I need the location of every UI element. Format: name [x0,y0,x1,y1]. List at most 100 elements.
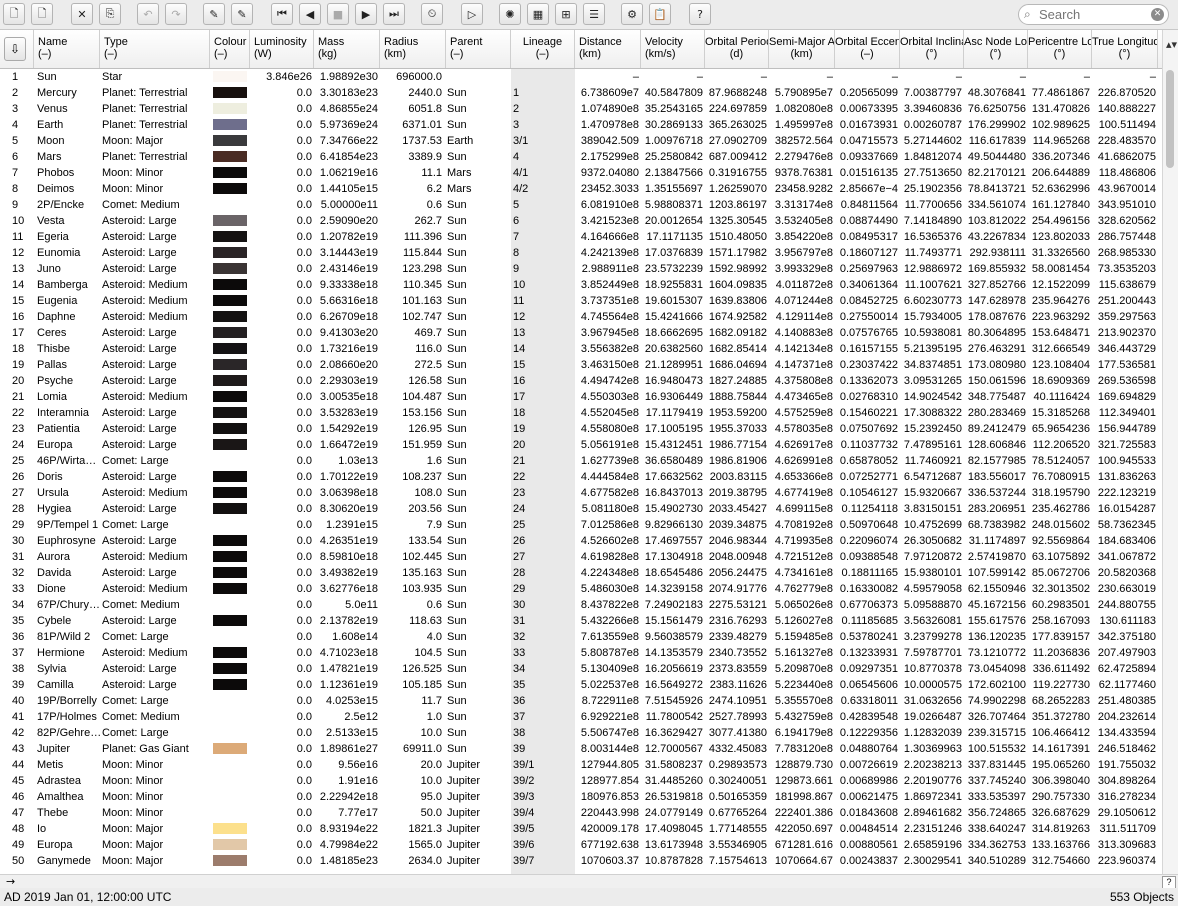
new-document-alt-icon: 🗋 [37,6,47,20]
new-document-alt-button[interactable]: 🗋 [31,3,53,25]
column-header[interactable]: Mass (kg) [314,30,380,68]
list-view-button[interactable]: ☰ [583,3,605,25]
stop-button[interactable]: ■ [327,3,349,25]
column-header[interactable]: Colour (–) [210,30,250,68]
table-row[interactable]: 26 Doris Asteroid: Large 0.0 1.70122e19 108.2… [0,469,1162,485]
table-row[interactable]: 36 81P/Wild 2 Comet: Large 0.0 1.608e14 4.0 Su… [0,629,1162,645]
step-back-button[interactable]: ◀ [299,3,321,25]
search-box[interactable]: ⌕ ✕ [1018,4,1169,25]
settings-tool-button[interactable]: ⚙ [621,3,643,25]
column-header[interactable]: Asc Node Longitude(°) [964,30,1028,68]
table-row[interactable]: 5 Moon Moon: Major 0.0 7.34766e22 1737.53 Eart… [0,133,1162,149]
pin-remove-button[interactable]: ✎ [231,3,253,25]
table-view-button[interactable]: ▦ [527,3,549,25]
column-header[interactable]: Parent (–) [446,30,511,68]
table-row[interactable]: 31 Aurora Asteroid: Medium 0.0 8.59810e18 102… [0,549,1162,565]
clear-search-icon[interactable]: ✕ [1151,8,1164,21]
table-row[interactable]: 10 Vesta Asteroid: Large 0.0 2.59090e20 262.7… [0,213,1162,229]
table-row[interactable]: 16 Daphne Asteroid: Medium 0.0 6.26709e18 102… [0,309,1162,325]
table-row[interactable]: 17 Ceres Asteroid: Large 0.0 9.41303e20 469.7… [0,325,1162,341]
table-row[interactable]: 22 Interamnia Asteroid: Large 0.0 3.53283e19… [0,405,1162,421]
table-row[interactable]: 6 Mars Planet: Terrestrial 0.0 6.41854e23 338… [0,149,1162,165]
table-row[interactable]: 49 Europa Moon: Major 0.0 4.79984e22 1565.0 Ju… [0,837,1162,853]
table-row[interactable]: 29 9P/Tempel 1 Comet: Large 0.0 1.2391e15 7.9… [0,517,1162,533]
table-row[interactable]: 12 Eunomia Asteroid: Large 0.0 3.14443e19 115… [0,245,1162,261]
table-row[interactable]: 38 Sylvia Asteroid: Large 0.0 1.47821e19 126.… [0,661,1162,677]
frame-forward-button[interactable]: ▷ [461,3,483,25]
table-row[interactable]: 25 46P/Wirta… Comet: Large 0.0 1.03e13 1.6 Sun… [0,453,1162,469]
table-row[interactable]: 13 Juno Asteroid: Large 0.0 2.43146e19 123.29… [0,261,1162,277]
vertical-scroll-thumb[interactable] [1166,70,1174,168]
column-header[interactable]: Type (–) [100,30,210,68]
table-row[interactable]: 27 Ursula Asteroid: Medium 0.0 3.06398e18 108… [0,485,1162,501]
skip-forward-button[interactable]: ⏭ [383,3,405,25]
table-row[interactable]: 43 Jupiter Planet: Gas Giant 0.0 1.89861e27 6… [0,741,1162,757]
table-row[interactable]: 4 Earth Planet: Terrestrial 0.0 5.97369e24 63… [0,117,1162,133]
new-document-button[interactable]: 🗋 [3,3,25,25]
search-input[interactable] [1039,7,1145,22]
table-row[interactable]: 7 Phobos Moon: Minor 0.0 1.06219e16 11.1 Mars 4… [0,165,1162,181]
pin-button[interactable]: ✎ [203,3,225,25]
table-row[interactable]: 23 Patientia Asteroid: Large 0.0 1.54292e19 1… [0,421,1162,437]
table-row[interactable]: 30 Euphrosyne Asteroid: Large 0.0 4.26351e19… [0,533,1162,549]
table-row[interactable]: 20 Psyche Asteroid: Large 0.0 2.29303e19 126.… [0,373,1162,389]
help-button[interactable]: ? [689,3,711,25]
table-row[interactable]: 45 Adrastea Moon: Minor 0.0 1.91e16 10.0 Jupit… [0,773,1162,789]
table-row[interactable]: 9 2P/Encke Comet: Medium 0.0 5.00000e11 0.6 Su… [0,197,1162,213]
table-row[interactable]: 2 Mercury Planet: Terrestrial 0.0 3.30183e23… [0,85,1162,101]
table-row[interactable]: 21 Lomia Asteroid: Medium 0.0 3.00535e18 104.… [0,389,1162,405]
clipboard-button[interactable]: 📋 [649,3,671,25]
table-row[interactable]: 15 Eugenia Asteroid: Medium 0.0 5.66316e18 10… [0,293,1162,309]
column-header[interactable]: Orbital Eccentricity(–) [835,30,900,68]
column-header[interactable]: Radius (km) [380,30,446,68]
table-row[interactable]: 3 Venus Planet: Terrestrial 0.0 4.86855e24 60… [0,101,1162,117]
column-header[interactable]: Distance (km) [575,30,641,68]
table-row[interactable]: 50 Ganymede Moon: Major 0.0 1.48185e23 2634.0… [0,853,1162,869]
hierarchy-view-button[interactable]: ⊞ [555,3,577,25]
undo-button[interactable]: ↶ [137,3,159,25]
import-document-button[interactable]: ⎘ [99,3,121,25]
table-row[interactable]: 34 67P/Chury… Comet: Medium 0.0 5.0e11 0.6 Sun… [0,597,1162,613]
column-menu-icon[interactable]: ▴▾ [1166,38,1177,51]
redo-button[interactable]: ↷ [165,3,187,25]
column-header[interactable]: Pericentre Longitude(°) [1028,30,1092,68]
table-row[interactable]: 42 82P/Gehre… Comet: Large 0.0 2.5133e15 10.0… [0,725,1162,741]
column-chooser-icon[interactable]: ⇩ [4,37,26,61]
horizontal-scrollbar[interactable]: → ? [0,874,1178,889]
delete-document-button[interactable]: ✕ [71,3,93,25]
skip-back-button[interactable]: ⏮ [271,3,293,25]
table-row[interactable]: 46 Amalthea Moon: Minor 0.0 2.22942e18 95.0 Ju… [0,789,1162,805]
table-row[interactable]: 8 Deimos Moon: Minor 0.0 1.44105e15 6.2 Mars 4/… [0,181,1162,197]
cell-ecc: 0.50970648 [839,519,898,531]
table-row[interactable]: 1 Sun Star 3.846e26 1.98892e30 696000.0 – – – – – –… [0,69,1162,85]
table-row[interactable]: 39 Camilla Asteroid: Large 0.0 1.12361e19 105… [0,677,1162,693]
column-header[interactable]: Velocity (km/s) [641,30,705,68]
table-row[interactable]: 11 Egeria Asteroid: Large 0.0 1.20782e19 111.… [0,229,1162,245]
column-header[interactable]: Name (–) [34,30,100,68]
column-header[interactable]: True Longitude(°) [1092,30,1158,68]
table-row[interactable]: 48 Io Moon: Major 0.0 8.93194e22 1821.3 Jupite… [0,821,1162,837]
table-row[interactable]: 32 Davida Asteroid: Large 0.0 3.49382e19 135.… [0,565,1162,581]
vertical-scrollbar[interactable]: ▴▾ [1162,30,1178,874]
table-row[interactable]: 19 Pallas Asteroid: Large 0.0 2.08660e20 272.… [0,357,1162,373]
table-row[interactable]: 35 Cybele Asteroid: Large 0.0 2.13782e19 118.… [0,613,1162,629]
table-row[interactable]: 47 Thebe Moon: Minor 0.0 7.77e17 50.0 Jupiter 3… [0,805,1162,821]
orbit-view-button[interactable]: ✺ [499,3,521,25]
column-header[interactable]: Luminosity (W) [250,30,314,68]
table-row[interactable]: 41 17P/Holmes Comet: Medium 0.0 2.5e12 1.0 Sun… [0,709,1162,725]
column-header[interactable]: Semi-Major Axis(km) [769,30,835,68]
table-row[interactable]: 40 19P/Borrelly Comet: Large 0.0 4.0253e15 11… [0,693,1162,709]
play-button[interactable]: ▶ [355,3,377,25]
table-row[interactable]: 33 Dione Asteroid: Medium 0.0 3.62776e18 103.… [0,581,1162,597]
table-row[interactable]: 44 Metis Moon: Minor 0.0 9.56e16 20.0 Jupiter 3… [0,757,1162,773]
table-row[interactable]: 14 Bamberga Asteroid: Medium 0.0 9.33338e18 1… [0,277,1162,293]
table-row[interactable]: 24 Europa Asteroid: Large 0.0 1.66472e19 151.… [0,437,1162,453]
scroll-right-icon[interactable]: → [6,875,15,888]
table-row[interactable]: 18 Thisbe Asteroid: Large 0.0 1.73216e19 116.… [0,341,1162,357]
column-header[interactable]: Lineage (–) [511,30,575,68]
column-header[interactable]: Orbital Period (d) [705,30,769,68]
table-row[interactable]: 28 Hygiea Asteroid: Large 0.0 8.30620e19 203.… [0,501,1162,517]
column-header[interactable]: Orbital Inclination(°) [900,30,964,68]
time-jump-button[interactable]: ⏲ [421,3,443,25]
table-row[interactable]: 37 Hermione Asteroid: Medium 0.0 4.71023e18 1… [0,645,1162,661]
